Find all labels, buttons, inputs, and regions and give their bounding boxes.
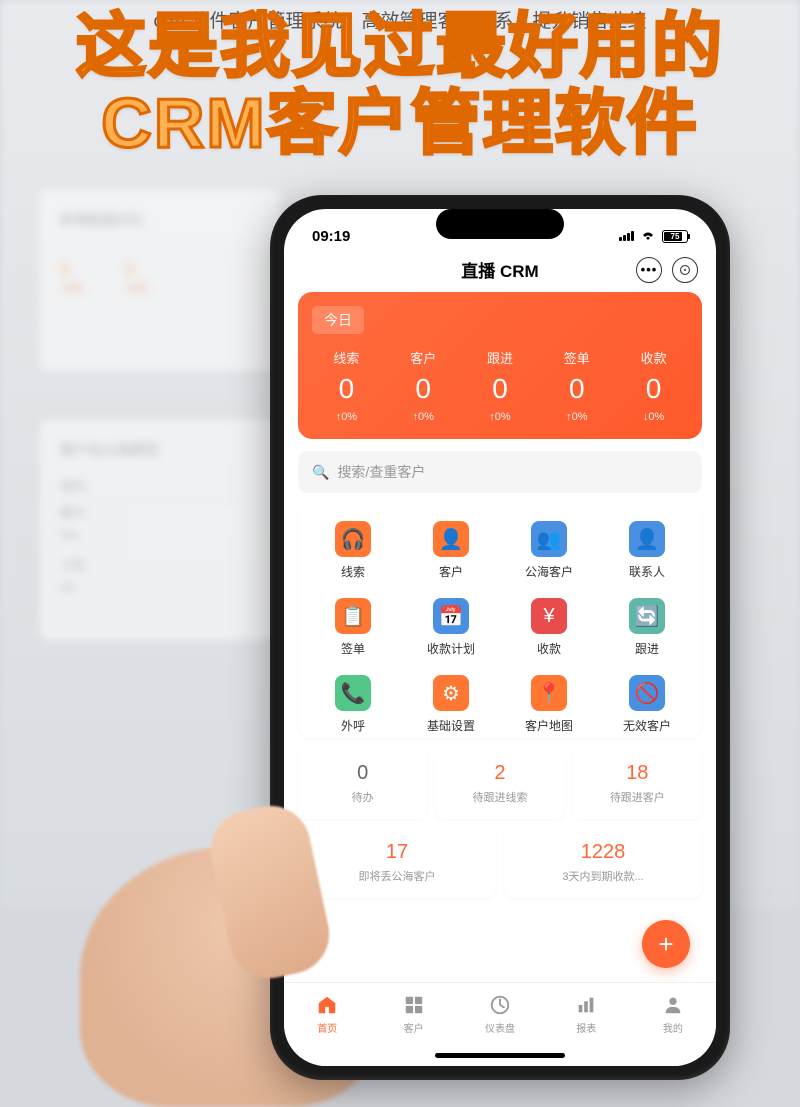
app-title: 直播 CRM (461, 257, 538, 282)
tab-bar: 首页客户仪表盘报表我的 (284, 982, 716, 1066)
stat-card-待办[interactable]: 0 待办 (298, 748, 427, 819)
metric-跟进[interactable]: 跟进 0 ↑0% (462, 348, 539, 423)
users-icon (402, 993, 426, 1017)
target-button[interactable] (672, 257, 698, 283)
phone-notch (436, 209, 564, 239)
grid-item-基础设置[interactable]: ⚙ 基础设置 (402, 675, 500, 734)
公海客户-icon: 👥 (531, 521, 567, 557)
stat-cards-row1: 0 待办 2 待跟进线索 18 待跟进客户 (298, 748, 702, 819)
grid-item-签单[interactable]: 📋 签单 (304, 598, 402, 657)
grid-item-无效客户[interactable]: 🚫 无效客户 (598, 675, 696, 734)
无效客户-icon: 🚫 (629, 675, 665, 711)
search-input[interactable]: 🔍 搜索/查重客户 (298, 451, 702, 493)
overlay-line-2: CRM客户管理软件 (0, 85, 800, 162)
tab-首页[interactable]: 首页 (284, 991, 370, 1066)
dashboard-card: 今日 线索 0 ↑0% 客户 0 ↑0% 跟进 0 ↑0% 签单 0 ↑0% 收… (298, 292, 702, 439)
search-placeholder: 搜索/查重客户 (337, 462, 425, 482)
客户地图-icon: 📍 (531, 675, 567, 711)
overlay-line-1: 这是我见过最好用的 (0, 8, 800, 85)
stat-card-即将丢公海客户[interactable]: 17 即将丢公海客户 (298, 827, 496, 898)
chart-icon (574, 993, 598, 1017)
联系人-icon: 👤 (629, 521, 665, 557)
metric-线索[interactable]: 线索 0 ↑0% (308, 348, 385, 423)
签单-icon: 📋 (335, 598, 371, 634)
status-time: 09:19 (312, 228, 350, 245)
more-button[interactable]: ••• (636, 257, 662, 283)
home-icon (315, 993, 339, 1017)
grid-item-外呼[interactable]: 📞 外呼 (304, 675, 402, 734)
线索-icon: 🎧 (335, 521, 371, 557)
search-icon: 🔍 (312, 464, 329, 481)
跟进-icon: 🔄 (629, 598, 665, 634)
grid-item-收款[interactable]: ¥ 收款 (500, 598, 598, 657)
stat-card-3天内到期收款...[interactable]: 1228 3天内到期收款... (504, 827, 702, 898)
tab-我的[interactable]: 我的 (630, 991, 716, 1066)
feature-grid: 🎧 线索 👤 客户 👥 公海客户 👤 联系人 📋 签单 📅 收款计划 ¥ 收款 … (298, 507, 702, 738)
收款计划-icon: 📅 (433, 598, 469, 634)
dashboard-icon (488, 993, 512, 1017)
grid-item-联系人[interactable]: 👤 联系人 (598, 521, 696, 580)
metric-签单[interactable]: 签单 0 ↑0% (538, 348, 615, 423)
bg-section2-title: 客户在公海原因 (60, 440, 260, 460)
battery-icon: 75 (662, 230, 688, 243)
phone-device: 09:19 75 直播 CRM ••• 今日 线索 0 ↑0% 客户 0 ↑0 (270, 195, 730, 1080)
add-fab-button[interactable]: + (642, 920, 690, 968)
grid-item-公海客户[interactable]: 👥 公海客户 (500, 521, 598, 580)
stat-card-待跟进客户[interactable]: 18 待跟进客户 (573, 748, 702, 819)
metric-收款[interactable]: 收款 0 ↓0% (615, 348, 692, 423)
metric-客户[interactable]: 客户 0 ↑0% (385, 348, 462, 423)
grid-item-线索[interactable]: 🎧 线索 (304, 521, 402, 580)
marketing-overlay: 这是我见过最好用的 CRM客户管理软件 (0, 8, 800, 162)
stat-card-待跟进线索[interactable]: 2 待跟进线索 (435, 748, 564, 819)
signal-icon (619, 231, 634, 241)
app-header: 直播 CRM ••• (284, 251, 716, 292)
基础设置-icon: ⚙ (433, 675, 469, 711)
bg-section-title: 新增数据对比 (60, 210, 260, 230)
grid-item-客户[interactable]: 👤 客户 (402, 521, 500, 580)
grid-item-客户地图[interactable]: 📍 客户地图 (500, 675, 598, 734)
stat-cards-row2: 17 即将丢公海客户 1228 3天内到期收款... (298, 827, 702, 898)
period-label[interactable]: 今日 (312, 306, 364, 334)
grid-item-收款计划[interactable]: 📅 收款计划 (402, 598, 500, 657)
user-icon (661, 993, 685, 1017)
客户-icon: 👤 (433, 521, 469, 557)
收款-icon: ¥ (531, 598, 567, 634)
wifi-icon (640, 230, 656, 242)
外呼-icon: 📞 (335, 675, 371, 711)
grid-item-跟进[interactable]: 🔄 跟进 (598, 598, 696, 657)
home-indicator[interactable] (435, 1053, 565, 1058)
